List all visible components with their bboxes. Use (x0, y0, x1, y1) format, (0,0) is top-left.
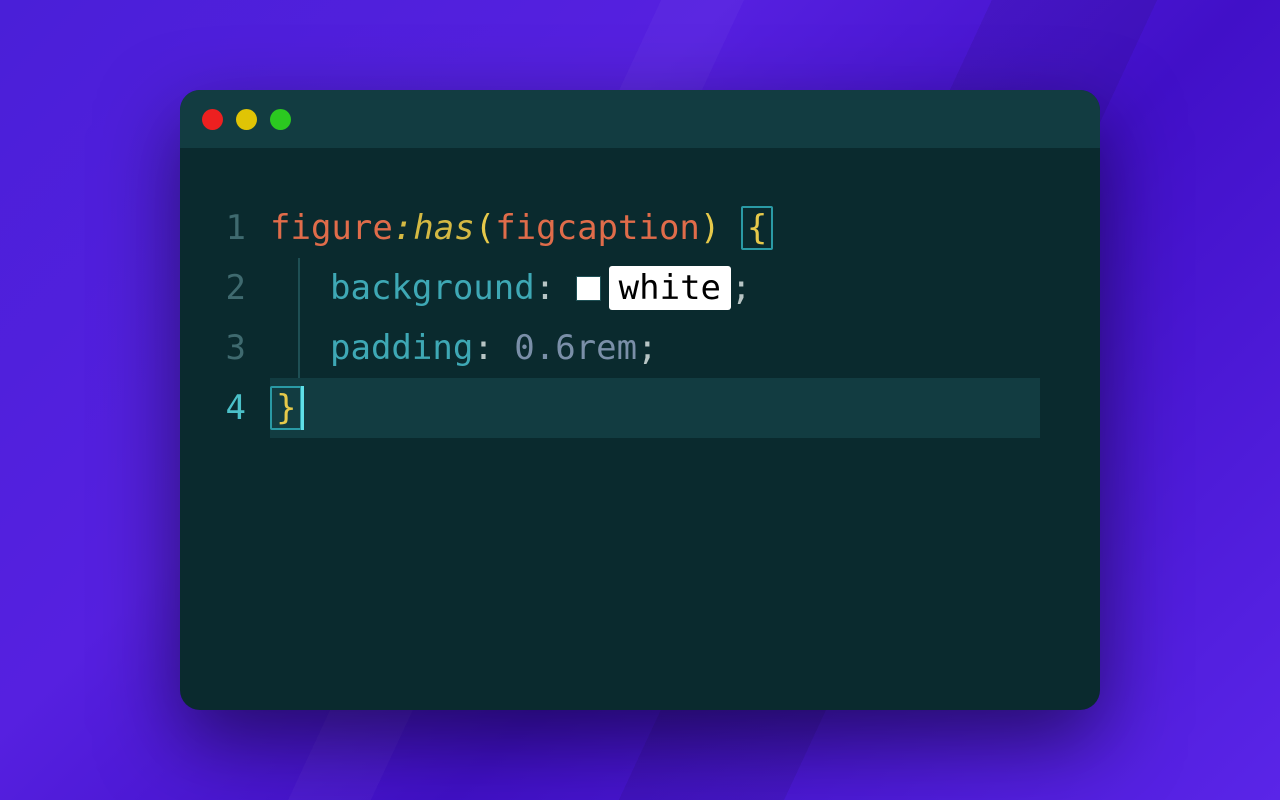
token-space (720, 198, 740, 258)
line-number: 2 (180, 258, 246, 318)
token-semicolon: ; (637, 318, 657, 378)
code-area[interactable]: 1 2 3 4 figure:has(figcaption) { backgro… (180, 148, 1100, 710)
color-swatch-icon (576, 276, 601, 301)
line-number-active: 4 (180, 378, 246, 438)
close-icon[interactable] (202, 109, 223, 130)
token-brace-open: { (741, 206, 773, 250)
maximize-icon[interactable] (270, 109, 291, 130)
token-semicolon: ; (731, 258, 751, 318)
token-tag: figcaption (495, 198, 700, 258)
code-line-active[interactable]: } (270, 378, 1040, 438)
token-tag: figure (270, 198, 393, 258)
token-paren: ( (475, 198, 495, 258)
token-colon: : (473, 318, 514, 378)
token-property: background (330, 258, 535, 318)
code-content[interactable]: figure:has(figcaption) { background: whi… (270, 198, 1100, 710)
token-pseudo: :has (393, 198, 475, 258)
line-number: 3 (180, 318, 246, 378)
editor-window: 1 2 3 4 figure:has(figcaption) { backgro… (180, 90, 1100, 710)
token-property: padding (330, 318, 473, 378)
line-number: 1 (180, 198, 246, 258)
text-cursor (301, 386, 304, 430)
token-colon: : (535, 258, 576, 318)
code-line[interactable]: figure:has(figcaption) { (270, 198, 1100, 258)
token-paren: ) (700, 198, 720, 258)
token-number: 0.6rem (514, 318, 637, 378)
code-line[interactable]: background: white; (270, 258, 1100, 318)
color-value-chip[interactable]: white (609, 266, 731, 310)
minimize-icon[interactable] (236, 109, 257, 130)
line-number-gutter: 1 2 3 4 (180, 198, 270, 710)
token-brace-close: } (270, 386, 302, 430)
titlebar (180, 90, 1100, 148)
code-line[interactable]: padding: 0.6rem; (270, 318, 1100, 378)
